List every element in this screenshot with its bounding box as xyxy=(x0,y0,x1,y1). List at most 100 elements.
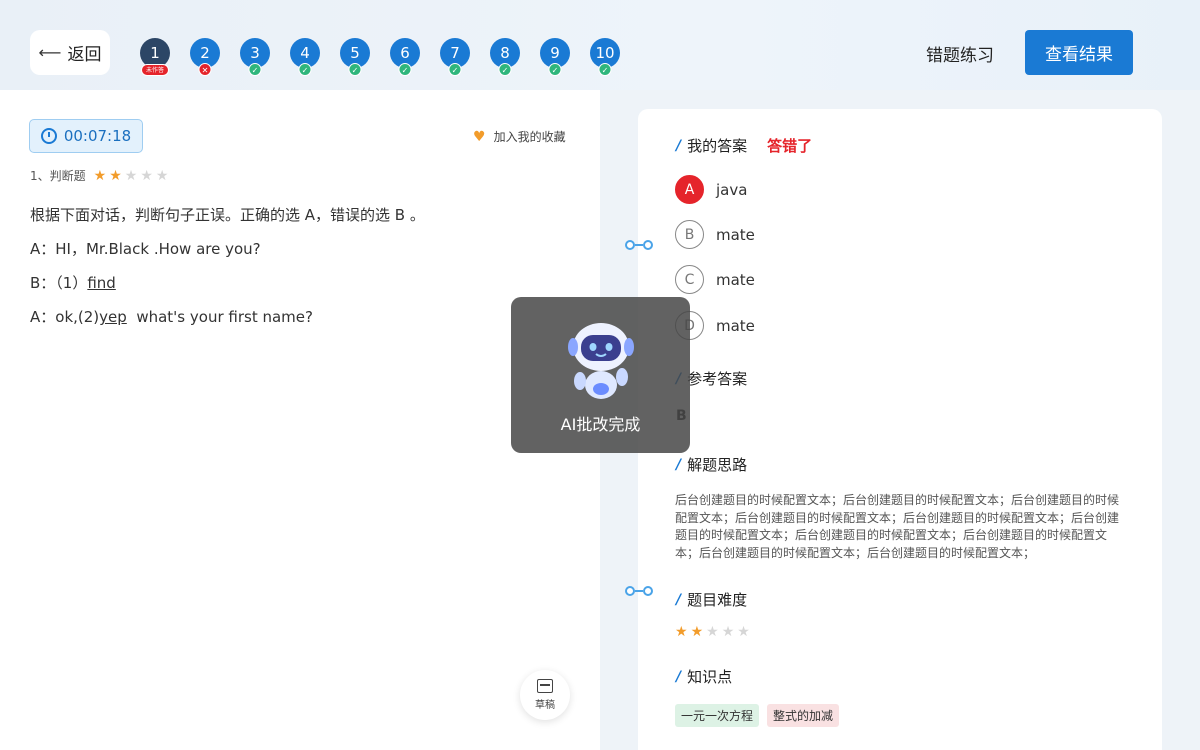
link-dot xyxy=(625,240,635,250)
timer-value: 00:07:18 xyxy=(63,127,132,145)
option-a[interactable]: A java xyxy=(675,175,747,204)
option-b[interactable]: B mate xyxy=(675,220,755,249)
draft-label: 草稿 xyxy=(535,700,555,711)
option-letter: C xyxy=(675,265,704,294)
robot-icon xyxy=(567,323,634,399)
star-icon: ★ xyxy=(690,624,704,640)
link-handle[interactable] xyxy=(625,586,653,596)
question-number: 8 xyxy=(500,44,510,62)
line-prefix: A：ok,(2) xyxy=(30,308,100,326)
link-dot xyxy=(625,586,635,596)
question-panel: 00:07:18 ♥ 加入我的收藏 1、判断题 ★ ★ ★ ★ ★ 根据下面对话… xyxy=(0,90,600,750)
option-c[interactable]: C mate xyxy=(675,265,755,294)
question-nav-9[interactable]: 9 ✓ xyxy=(540,38,570,76)
heart-icon: ♥ xyxy=(473,128,486,145)
star-icon: ★ xyxy=(109,167,122,184)
star-icon: ★ xyxy=(140,167,153,184)
question-body: 根据下面对话，判断句子正误。正确的选 A，错误的选 B 。 A：HI，Mr.Bl… xyxy=(30,206,425,342)
question-number: 4 xyxy=(300,44,310,62)
knowledge-tags: 一元一次方程 整式的加减 xyxy=(675,704,840,727)
feather-icon: / xyxy=(676,668,682,685)
question-nav-6[interactable]: 6 ✓ xyxy=(390,38,420,76)
check-icon: ✓ xyxy=(298,63,312,76)
section-title-text: 解题思路 xyxy=(687,456,748,474)
unanswered-badge: 未作答 xyxy=(141,64,169,76)
question-nav-5[interactable]: 5 ✓ xyxy=(340,38,370,76)
blank-answer-2[interactable]: yep xyxy=(99,308,127,326)
question-nav-2[interactable]: 2 ✕ xyxy=(190,38,220,76)
question-nav-10[interactable]: 10 ✓ xyxy=(590,38,620,76)
timer: 00:07:18 xyxy=(29,119,143,153)
question-nav-8[interactable]: 8 ✓ xyxy=(490,38,520,76)
knowledge-tag[interactable]: 一元一次方程 xyxy=(675,704,760,727)
question-nav-3[interactable]: 3 ✓ xyxy=(240,38,270,76)
ai-grading-text: AI批改完成 xyxy=(560,415,641,434)
view-result-button[interactable]: 查看结果 xyxy=(1025,30,1133,75)
check-icon: ✓ xyxy=(548,63,562,76)
question-number: 5 xyxy=(350,44,360,62)
wrong-icon: ✕ xyxy=(198,63,212,76)
question-number: 10 xyxy=(595,44,615,62)
blank-answer-1[interactable]: find xyxy=(87,274,115,292)
line-prefix: B：（1） xyxy=(30,274,88,292)
draft-icon xyxy=(537,679,553,693)
option-letter: B xyxy=(675,220,704,249)
page-title: 错题练习 xyxy=(926,46,994,66)
check-icon: ✓ xyxy=(448,63,462,76)
feather-icon: / xyxy=(676,137,682,154)
dialogue-line-2: B：（1）find xyxy=(30,274,425,292)
answer-card xyxy=(638,109,1162,750)
feather-icon: / xyxy=(676,456,682,473)
check-icon: ✓ xyxy=(248,63,262,76)
difficulty-stars: ★ ★ ★ ★ ★ xyxy=(675,624,750,640)
add-favorite-button[interactable]: ♥ 加入我的收藏 xyxy=(473,128,566,145)
my-answer-title: / 我的答案 答错了 xyxy=(676,135,812,156)
section-title-text: 题目难度 xyxy=(687,591,748,609)
back-label: 返回 xyxy=(67,45,102,65)
star-icon: ★ xyxy=(737,624,750,640)
link-handle[interactable] xyxy=(625,240,653,250)
question-number: 2 xyxy=(200,44,210,62)
ai-grading-toast: AI批改完成 xyxy=(511,297,690,453)
dialogue-line-3: A：ok,(2)yep what's your first name? xyxy=(30,308,425,326)
link-dot xyxy=(643,240,653,250)
star-icon: ★ xyxy=(721,624,735,640)
question-number: 9 xyxy=(550,44,560,62)
option-text: mate xyxy=(716,270,755,289)
wrong-label: 答错了 xyxy=(767,137,813,155)
question-nav-7[interactable]: 7 ✓ xyxy=(440,38,470,76)
option-text: mate xyxy=(716,316,755,335)
difficulty-stars: ★ ★ ★ ★ ★ xyxy=(94,168,169,184)
question-navigator: 1 未作答 2 ✕ 3 ✓ 4 ✓ 5 ✓ 6 ✓ 7 ✓ 8 ✓ 9 ✓ 10… xyxy=(140,38,620,76)
analysis-text: 后台创建题目的时候配置文本；后台创建题目的时候配置文本；后台创建题目的时候配置文… xyxy=(675,493,1120,560)
difficulty-title: / 题目难度 xyxy=(676,589,747,610)
dialogue-line-1: A：HI，Mr.Black .How are you? xyxy=(30,240,261,258)
section-title-text: 参考答案 xyxy=(687,370,748,388)
knowledge-tag[interactable]: 整式的加减 xyxy=(767,704,840,727)
question-nav-1[interactable]: 1 未作答 xyxy=(140,38,170,76)
section-title-text: 我的答案 xyxy=(687,137,748,155)
draft-button[interactable]: 草稿 xyxy=(520,670,570,720)
question-number: 3 xyxy=(250,44,260,62)
check-icon: ✓ xyxy=(398,63,412,76)
back-button[interactable]: ⟵ 返回 xyxy=(30,30,110,75)
question-type-label: 1、判断题 xyxy=(30,169,86,183)
option-letter: A xyxy=(675,175,704,204)
check-icon: ✓ xyxy=(598,63,612,76)
knowledge-title: / 知识点 xyxy=(676,666,732,687)
option-text: java xyxy=(716,180,748,199)
question-instruction: 根据下面对话，判断句子正误。正确的选 A，错误的选 B 。 xyxy=(30,206,425,224)
line-suffix: what's your first name? xyxy=(126,308,313,326)
question-type: 1、判断题 ★ ★ ★ ★ ★ xyxy=(30,167,168,184)
star-icon: ★ xyxy=(93,167,107,184)
check-icon: ✓ xyxy=(348,63,362,76)
star-icon: ★ xyxy=(124,167,138,184)
section-title-text: 知识点 xyxy=(687,668,733,686)
link-dot xyxy=(643,586,653,596)
link-line xyxy=(635,244,643,246)
star-icon: ★ xyxy=(155,167,169,184)
star-icon: ★ xyxy=(675,624,688,640)
question-nav-4[interactable]: 4 ✓ xyxy=(290,38,320,76)
favorite-label: 加入我的收藏 xyxy=(493,130,566,144)
stopwatch-icon xyxy=(40,128,57,144)
